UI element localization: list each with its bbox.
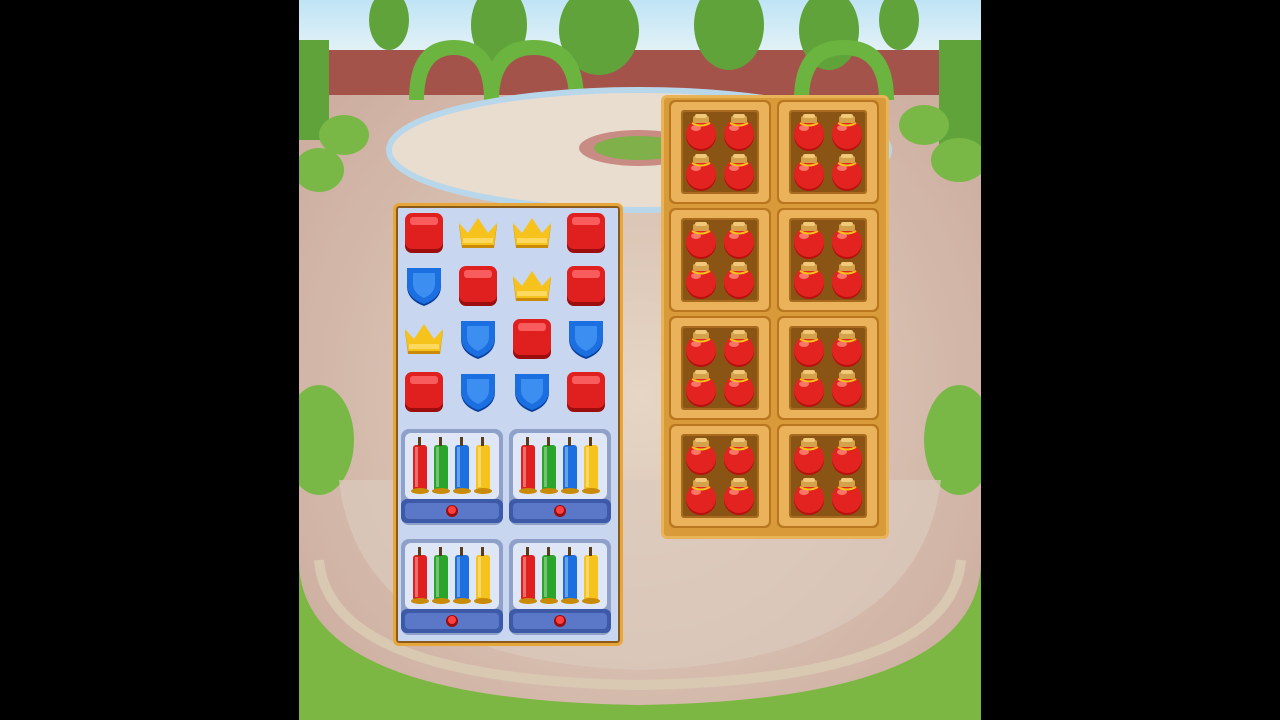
candle-box[interactable] [399,537,505,637]
crown-piece[interactable] [455,211,501,257]
candle-box[interactable] [399,427,505,527]
shield-piece[interactable] [509,370,555,416]
jar-crate[interactable] [775,206,881,314]
jar-crate[interactable] [667,422,773,530]
red-block-piece[interactable] [563,370,609,416]
game-scene [299,0,981,720]
crown-piece[interactable] [509,211,555,257]
candle-box[interactable] [507,427,613,527]
crown-piece[interactable] [509,264,555,310]
red-block-piece[interactable] [455,264,501,310]
red-block-piece[interactable] [563,211,609,257]
shield-piece[interactable] [455,317,501,363]
jar-crate[interactable] [667,314,773,422]
shield-piece[interactable] [455,370,501,416]
crate-board [661,95,889,539]
red-block-piece[interactable] [401,211,447,257]
red-block-piece[interactable] [509,317,555,363]
jar-crate[interactable] [667,206,773,314]
crown-piece[interactable] [401,317,447,363]
jar-crate[interactable] [775,314,881,422]
shield-piece[interactable] [401,264,447,310]
jar-crate[interactable] [775,422,881,530]
candle-box[interactable] [507,537,613,637]
red-block-piece[interactable] [563,264,609,310]
red-block-piece[interactable] [401,370,447,416]
match-board [393,203,623,646]
jar-crate[interactable] [667,98,773,206]
shield-piece[interactable] [563,317,609,363]
jar-crate[interactable] [775,98,881,206]
